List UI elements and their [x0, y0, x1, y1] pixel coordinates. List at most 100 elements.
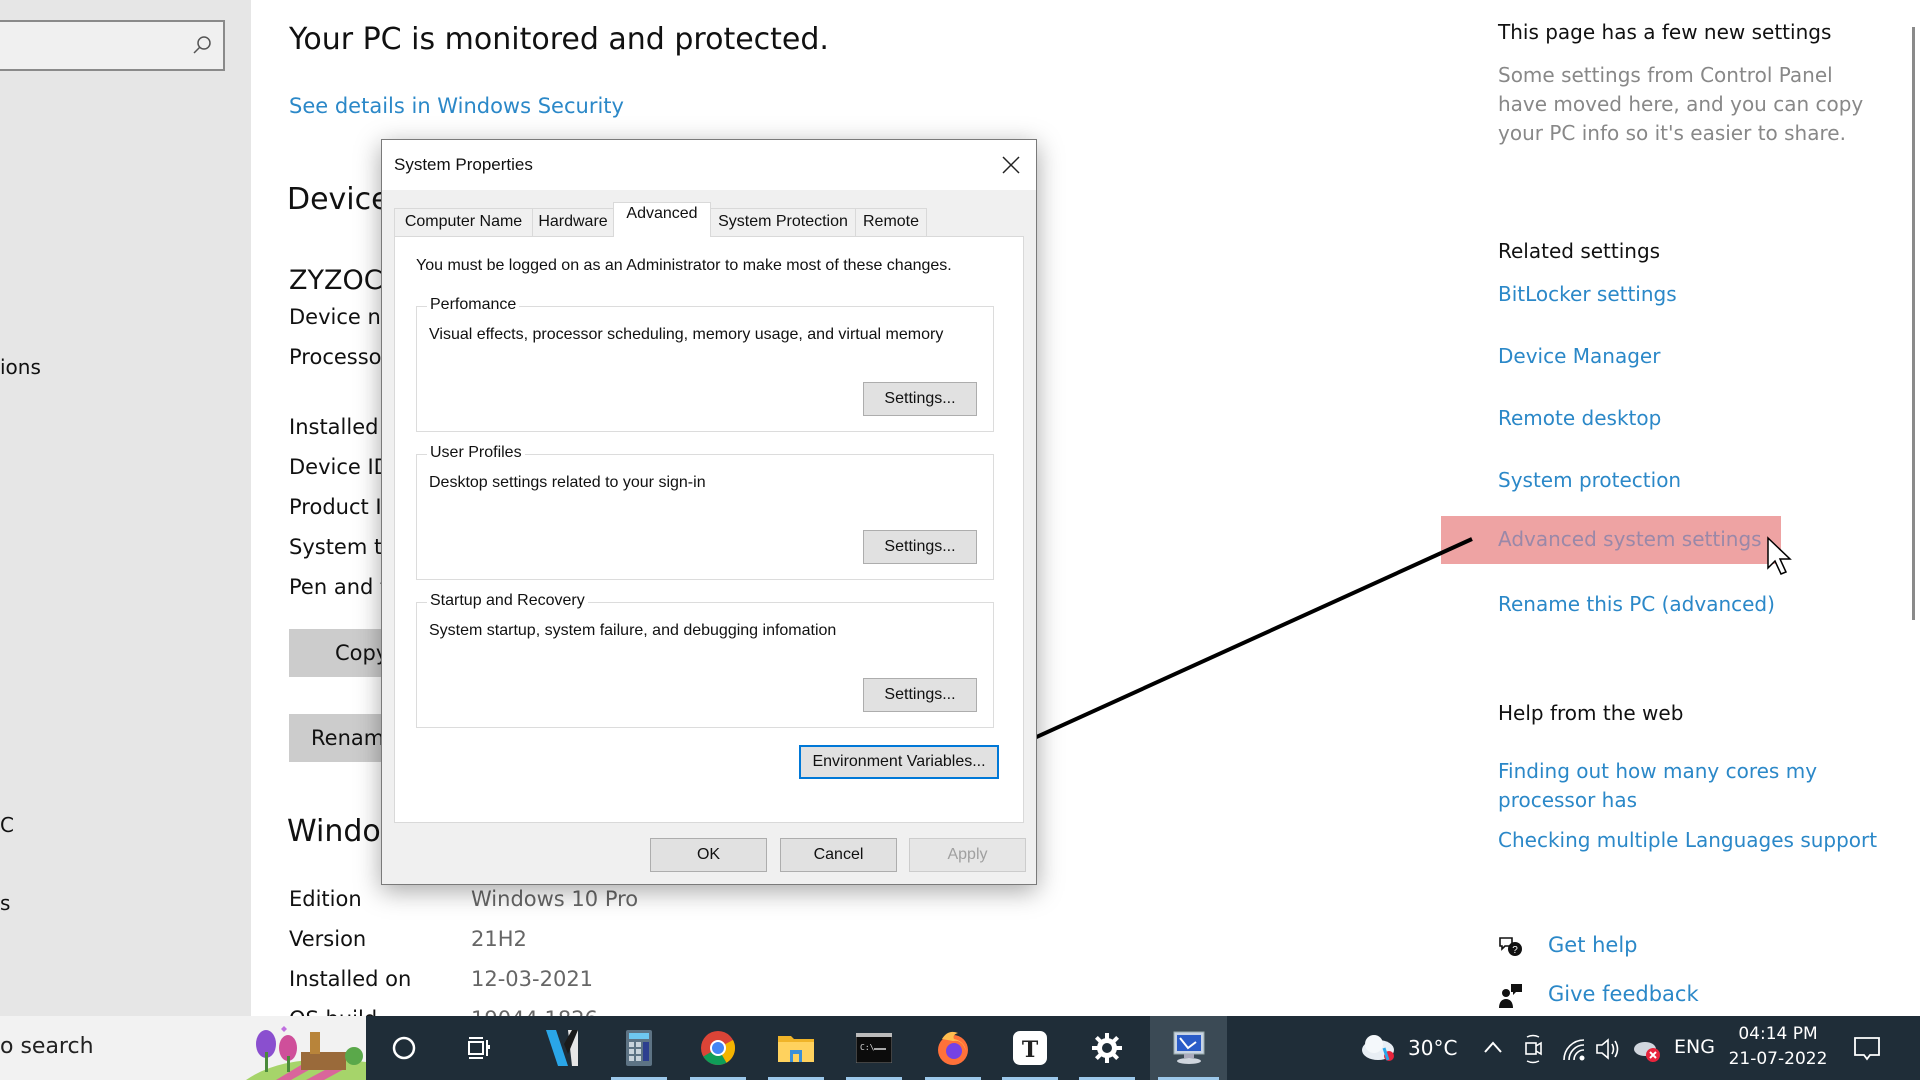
startup-recovery-group: Startup and Recovery System startup, sys… — [416, 592, 994, 728]
onedrive-error-icon[interactable] — [1632, 1034, 1662, 1064]
new-settings-title: This page has a few new settings — [1498, 20, 1832, 44]
settings-search-box[interactable] — [0, 20, 225, 71]
spec-value-installed-on: 12-03-2021 — [471, 967, 594, 991]
startup-recovery-description: System startup, system failure, and debu… — [429, 622, 837, 639]
meet-now-icon[interactable] — [1522, 1034, 1544, 1064]
taskbar-typora[interactable]: T — [994, 1016, 1066, 1080]
weather-temperature[interactable]: 30°C — [1408, 1036, 1457, 1060]
chevron-up-icon[interactable] — [1483, 1040, 1503, 1054]
taskbar-clock[interactable]: 04:14 PM 21-07-2022 — [1728, 1022, 1828, 1072]
nav-item-pc[interactable]: C — [0, 813, 14, 837]
environment-variables-button[interactable]: Environment Variables... — [799, 745, 999, 779]
firefox-icon — [938, 1031, 968, 1065]
windows-security-link[interactable]: See details in Windows Security — [289, 94, 624, 118]
performance-description: Visual effects, processor scheduling, me… — [429, 326, 944, 343]
tab-system-protection[interactable]: System Protection — [710, 208, 856, 236]
spec-label: System ty — [289, 535, 395, 559]
clock-time: 04:14 PM — [1738, 1024, 1818, 1044]
volume-icon[interactable] — [1594, 1036, 1622, 1062]
taskbar-task-view[interactable] — [443, 1016, 515, 1080]
spec-label: Device ID — [289, 455, 390, 479]
performance-settings-button[interactable]: Settings... — [863, 382, 977, 416]
taskbar-firefox[interactable] — [917, 1016, 989, 1080]
device-manager-link[interactable]: Device Manager — [1498, 344, 1660, 368]
close-icon — [1002, 156, 1020, 174]
help-from-web-heading: Help from the web — [1498, 701, 1684, 725]
get-help-icon: ? — [1499, 937, 1522, 956]
task-view-icon — [468, 1037, 490, 1059]
related-settings-panel: This page has a few new settings Some se… — [1441, 0, 1908, 1016]
startup-recovery-legend: Startup and Recovery — [427, 592, 588, 610]
command-prompt-icon: C:\ — [856, 1033, 892, 1063]
spec-label-version: Version — [289, 927, 367, 951]
give-feedback-link[interactable]: Give feedback — [1548, 982, 1699, 1006]
spec-label-installed-on: Installed on — [289, 967, 412, 991]
advanced-system-settings-link[interactable]: Advanced system settings — [1441, 516, 1781, 564]
action-center-icon[interactable] — [1852, 1034, 1882, 1064]
user-profiles-legend: User Profiles — [427, 444, 525, 462]
rename-pc-advanced-link[interactable]: Rename this PC (advanced) — [1498, 592, 1775, 616]
clock-date: 21-07-2022 — [1728, 1049, 1828, 1069]
search-icon — [193, 36, 211, 54]
svg-text:C:\: C:\ — [860, 1043, 875, 1052]
taskbar-video-editor[interactable] — [526, 1016, 598, 1080]
tab-computer-name[interactable]: Computer Name — [394, 208, 533, 236]
ok-button[interactable]: OK — [650, 838, 767, 872]
performance-group: Perfomance Visual effects, processor sch… — [416, 296, 994, 432]
tab-hardware[interactable]: Hardware — [532, 208, 614, 236]
user-profiles-group: User Profiles Desktop settings related t… — [416, 444, 994, 580]
taskbar-file-explorer[interactable] — [760, 1016, 832, 1080]
taskbar-search-placeholder: o search — [0, 1034, 94, 1059]
system-properties-icon — [1173, 1031, 1204, 1064]
bitlocker-settings-link[interactable]: BitLocker settings — [1498, 282, 1677, 306]
svg-text:?: ? — [1512, 945, 1518, 956]
taskbar-chrome[interactable] — [682, 1016, 754, 1080]
taskbar-command-prompt[interactable]: C:\ — [838, 1016, 910, 1080]
gear-icon — [1092, 1033, 1122, 1063]
dialog-title: System Properties — [394, 155, 533, 174]
tab-advanced[interactable]: Advanced — [613, 202, 711, 237]
taskbar-cortana[interactable] — [368, 1016, 440, 1080]
remote-desktop-link[interactable]: Remote desktop — [1498, 406, 1661, 430]
nav-item-about[interactable]: s — [0, 891, 10, 915]
user-profiles-description: Desktop settings related to your sign-in — [429, 474, 706, 491]
startup-recovery-settings-button[interactable]: Settings... — [863, 678, 977, 712]
advanced-tab-panel: You must be logged on as an Administrato… — [394, 236, 1024, 823]
languages-help-link[interactable]: Checking multiple Languages support — [1498, 828, 1877, 852]
tab-remote[interactable]: Remote — [855, 208, 927, 236]
svg-text:T: T — [1022, 1037, 1039, 1063]
get-help-link[interactable]: Get help — [1548, 933, 1638, 957]
page-scrollbar[interactable] — [1912, 27, 1915, 620]
performance-legend: Perfomance — [427, 296, 520, 314]
input-language[interactable]: ENG — [1674, 1036, 1715, 1058]
new-settings-description: Some settings from Control Panel have mo… — [1498, 63, 1864, 145]
taskbar-search-box[interactable]: o search — [0, 1016, 366, 1080]
taskbar-settings[interactable] — [1071, 1016, 1143, 1080]
spec-value-version: 21H2 — [471, 927, 527, 951]
spec-label: Processor — [289, 345, 391, 369]
taskbar-system-properties[interactable] — [1150, 1016, 1227, 1080]
system-properties-dialog: System Properties Computer Name Hardware… — [381, 139, 1037, 885]
video-editor-icon — [546, 1030, 578, 1066]
file-explorer-icon — [778, 1036, 814, 1062]
apply-button: Apply — [909, 838, 1026, 872]
related-settings-heading: Related settings — [1498, 239, 1661, 263]
cores-help-link[interactable]: Finding out how many cores my processor … — [1498, 757, 1858, 815]
system-protection-link[interactable]: System protection — [1498, 468, 1681, 492]
taskbar: o search C:\ T 30°C ENG 04:14 PM 21-07-2… — [0, 1016, 1920, 1080]
spec-label: Product I — [289, 495, 382, 519]
dialog-titlebar[interactable]: System Properties — [382, 140, 1036, 190]
spec-label: Pen and t — [289, 575, 389, 599]
settings-nav-pane: ions C s — [0, 0, 251, 1016]
cancel-button[interactable]: Cancel — [780, 838, 897, 872]
spec-label: Installed I — [289, 415, 392, 439]
typora-icon: T — [1013, 1031, 1047, 1065]
nav-item-notifications[interactable]: ions — [0, 355, 41, 379]
windows-specs-heading: Windo — [287, 814, 381, 849]
weather-cloud-icon — [1362, 1035, 1394, 1061]
user-profiles-settings-button[interactable]: Settings... — [863, 530, 977, 564]
wifi-icon[interactable] — [1560, 1036, 1586, 1062]
admin-note: You must be logged on as an Administrato… — [416, 257, 952, 274]
close-button[interactable] — [986, 140, 1036, 190]
taskbar-calculator[interactable] — [603, 1016, 675, 1080]
